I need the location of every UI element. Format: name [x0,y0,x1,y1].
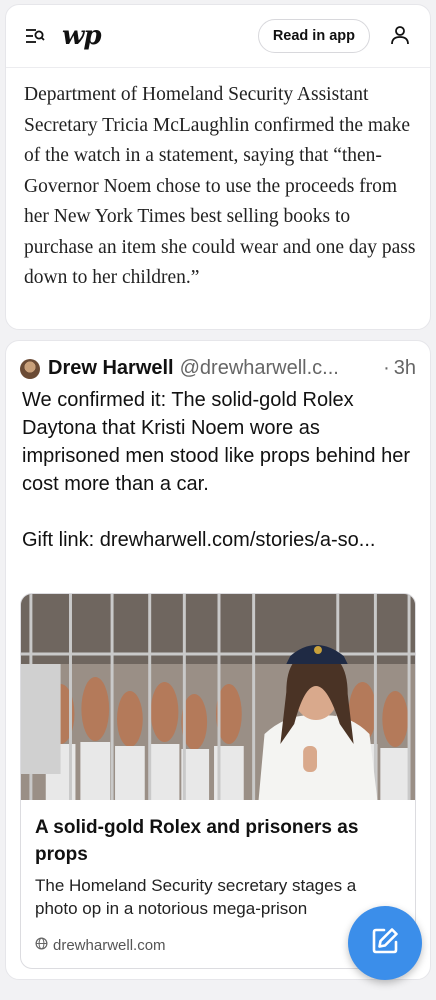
read-in-app-button[interactable]: Read in app [257,19,370,53]
link-domain: drewharwell.com [35,937,166,954]
post-handle[interactable]: @drewharwell.c... [180,357,375,380]
wp-logo[interactable]: wp [62,21,102,51]
post-header: Drew Harwell @drewharwell.c... · 3h [6,341,430,380]
avatar[interactable] [20,358,40,379]
article-card: wp Read in app Department of Homeland Se… [5,4,431,330]
post-time: 3h [393,357,416,379]
post-text: We confirmed it: The solid-gold Rolex Da… [22,389,410,551]
link-description: The Homeland Security secretary stages a… [35,876,357,918]
compose-button[interactable] [348,906,422,980]
user-icon[interactable] [390,25,410,50]
compose-icon [370,926,400,961]
link-preview-image [21,594,415,800]
app-header: wp Read in app [6,5,430,68]
social-post-card[interactable]: Drew Harwell @drewharwell.c... · 3h We c… [5,340,431,980]
menu-search-icon[interactable] [24,25,46,47]
separator-dot: · [383,357,390,379]
link-title[interactable]: A solid-gold Rolex and prisoners as prop… [21,800,415,868]
article-excerpt: Department of Homeland Security Assistan… [6,68,430,294]
post-author[interactable]: Drew Harwell [48,357,174,380]
link-preview-card[interactable]: A solid-gold Rolex and prisoners as prop… [20,593,416,969]
globe-icon [35,937,48,954]
link-domain-text: drewharwell.com [53,937,166,954]
article-paragraph: Department of Homeland Security Assistan… [24,84,416,288]
